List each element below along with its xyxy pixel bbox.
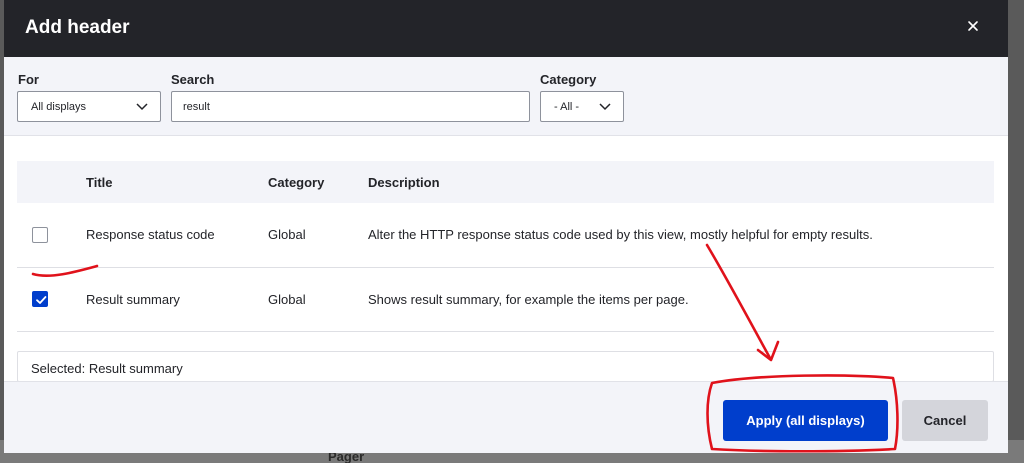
row-checkbox[interactable]	[32, 291, 48, 308]
results-table: Title Category Description Response stat…	[17, 161, 994, 332]
dialog-title: Add header	[25, 17, 130, 38]
row-checkbox[interactable]	[32, 227, 48, 244]
table-row[interactable]: Result summary Global Shows result summa…	[17, 267, 994, 331]
row-description: Alter the HTTP response status code used…	[368, 227, 873, 243]
category-select-value: - All -	[554, 101, 580, 113]
checkmark-icon	[36, 296, 47, 305]
close-icon[interactable]	[966, 19, 980, 33]
header-title: Title	[86, 174, 113, 190]
add-header-dialog: Add header For All displays Search resul…	[4, 0, 1008, 453]
row-title: Result summary	[86, 291, 180, 307]
table-row[interactable]: Response status code Global Alter the HT…	[17, 203, 994, 267]
background-overlay-right	[1008, 0, 1024, 463]
header-select	[17, 161, 86, 203]
row-category: Global	[268, 291, 306, 307]
for-select-value: All displays	[31, 101, 87, 113]
category-label: Category	[540, 72, 597, 87]
for-select[interactable]: All displays	[17, 91, 161, 122]
header-category: Category	[268, 174, 325, 190]
cancel-button[interactable]: Cancel	[902, 400, 988, 441]
apply-button[interactable]: Apply (all displays)	[723, 400, 888, 441]
category-select[interactable]: - All -	[540, 91, 624, 122]
header-description: Description	[368, 174, 440, 190]
filter-bar: For All displays Search result Category …	[4, 57, 1008, 136]
search-input[interactable]: result	[171, 91, 530, 122]
table-header-row: Title Category Description	[17, 161, 994, 203]
dialog-titlebar: Add header	[4, 0, 1008, 57]
chevron-down-icon	[599, 103, 611, 111]
selected-summary: Selected: Result summary	[17, 351, 994, 382]
chevron-down-icon	[136, 103, 148, 111]
search-label: Search	[171, 72, 215, 87]
row-title: Response status code	[86, 227, 215, 243]
dialog-footer: Apply (all displays) Cancel	[4, 381, 1008, 453]
row-category: Global	[268, 227, 306, 243]
row-description: Shows result summary, for example the it…	[368, 291, 689, 307]
for-label: For	[18, 72, 39, 87]
